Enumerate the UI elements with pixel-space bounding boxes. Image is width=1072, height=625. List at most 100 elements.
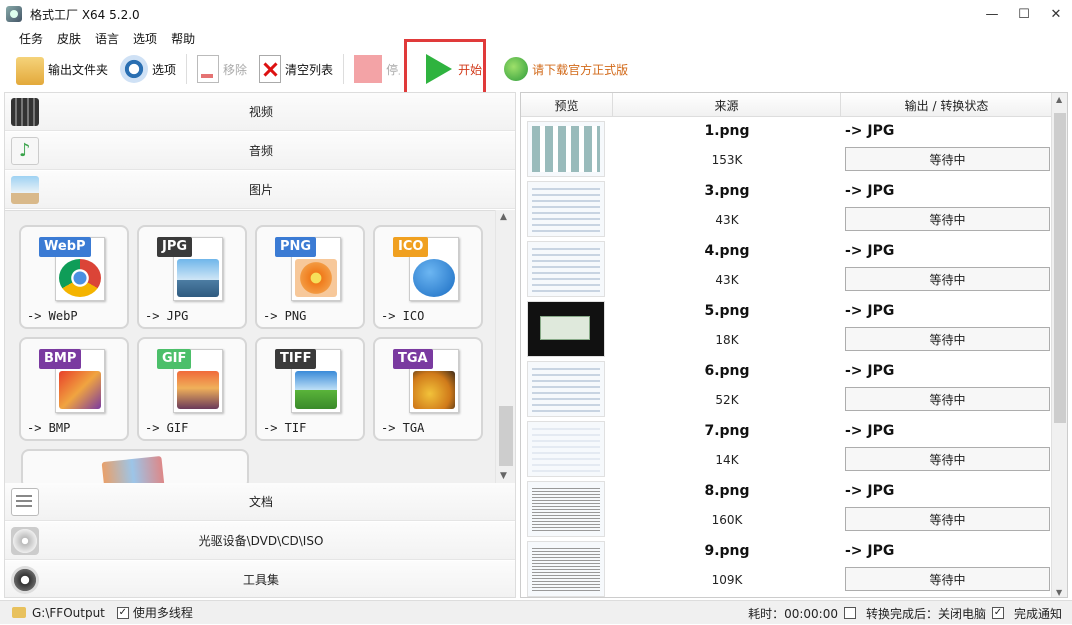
category-document[interactable]: 文档 <box>5 483 515 521</box>
start-label: 开始 <box>458 62 483 77</box>
status-button[interactable]: 等待中 <box>845 567 1050 591</box>
output-format: -> JPG <box>845 123 895 139</box>
options-button[interactable]: 选项 <box>114 51 182 87</box>
notify-label: 完成通知 <box>1013 606 1062 621</box>
format-label: -> BMP <box>27 421 71 435</box>
menu-bar: 任务 皮肤 语言 选项 帮助 <box>0 28 1072 48</box>
format-tile-tga[interactable]: TGA -> TGA <box>373 337 483 441</box>
category-video-label: 视频 <box>248 105 273 119</box>
task-row[interactable]: 1.png 153K -> JPG 等待中 <box>521 117 1053 177</box>
status-button[interactable]: 等待中 <box>845 447 1050 471</box>
task-row[interactable]: 9.png 109K -> JPG 等待中 <box>521 537 1053 597</box>
output-format: -> JPG <box>845 423 895 439</box>
status-bar: G:\FFOutput ✓ 使用多线程 耗时：00:00:00 转换完成后：关闭… <box>0 600 1072 624</box>
options-label: 选项 <box>152 62 177 77</box>
task-row[interactable]: 5.png 18K -> JPG 等待中 <box>521 297 1053 357</box>
preview-thumbnail <box>527 241 605 297</box>
menu-help[interactable]: 帮助 <box>164 30 202 47</box>
task-list-scrollbar[interactable]: ▲ ▼ <box>1051 93 1067 597</box>
menu-language[interactable]: 语言 <box>88 30 126 47</box>
format-tile-ico[interactable]: ICO -> ICO <box>373 225 483 329</box>
format-tile-more[interactable] <box>21 449 249 483</box>
remove-button[interactable]: 移除 <box>191 51 253 87</box>
scroll-thumb[interactable] <box>1054 113 1066 423</box>
play-icon <box>426 54 453 84</box>
task-row[interactable]: 3.png 43K -> JPG 等待中 <box>521 177 1053 237</box>
clear-list-button[interactable]: 清空列表 <box>253 51 339 87</box>
scroll-down-icon[interactable]: ▼ <box>500 471 507 481</box>
minimize-button[interactable]: — <box>976 0 1008 28</box>
status-button[interactable]: 等待中 <box>845 507 1050 531</box>
png-badge: PNG <box>275 237 317 257</box>
format-scrollbar[interactable]: ▲ ▼ <box>495 210 515 483</box>
output-format: -> JPG <box>845 483 895 499</box>
format-tile-png[interactable]: PNG -> PNG <box>255 225 365 329</box>
source-filename: 3.png <box>704 183 750 199</box>
task-row[interactable]: 4.png 43K -> JPG 等待中 <box>521 237 1053 297</box>
preview-thumbnail <box>527 181 605 237</box>
category-disc[interactable]: 光驱设备\DVD\CD\ISO <box>5 522 515 560</box>
scroll-thumb[interactable] <box>499 406 513 466</box>
status-bar-right: 耗时：00:00:00 转换完成后：关闭电脑 ✓ 完成通知 <box>742 601 1062 625</box>
after-convert-label[interactable]: 转换完成后：关闭电脑 <box>866 605 986 622</box>
thumbnail-content <box>532 428 600 472</box>
toolbar: 输出文件夹 选项 移除 清空列表 停止 开始 请下载官方正式版 <box>0 48 1072 90</box>
output-format: -> JPG <box>845 543 895 559</box>
scroll-up-icon[interactable]: ▲ <box>1056 95 1062 104</box>
thumbnail-content <box>532 548 600 592</box>
format-tile-bmp[interactable]: BMP -> BMP <box>19 337 129 441</box>
source-filename: 4.png <box>704 243 750 259</box>
stop-button[interactable]: 停止 <box>348 51 406 87</box>
info-icon <box>413 259 455 297</box>
format-tile-gif[interactable]: GIF -> GIF <box>137 337 247 441</box>
header-output-status[interactable]: 输出 / 转换状态 <box>841 93 1053 117</box>
task-row[interactable]: 7.png 14K -> JPG 等待中 <box>521 417 1053 477</box>
notify-checkbox[interactable]: ✓ <box>991 607 1004 619</box>
ico-badge: ICO <box>393 237 429 257</box>
status-button[interactable]: 等待中 <box>845 207 1050 231</box>
menu-options[interactable]: 选项 <box>126 30 164 47</box>
status-button[interactable]: 等待中 <box>845 387 1050 411</box>
maximize-button[interactable]: ☐ <box>1008 0 1040 28</box>
output-folder-button[interactable]: 输出文件夹 <box>10 51 114 87</box>
globe-icon <box>504 57 529 81</box>
download-official-button[interactable]: 请下载官方正式版 <box>498 51 634 87</box>
folder-icon <box>12 607 26 618</box>
multithread-checkbox[interactable]: ✓ <box>116 606 129 619</box>
category-disc-label: 光驱设备\DVD\CD\ISO <box>198 534 324 548</box>
category-image[interactable]: 图片 <box>5 171 515 209</box>
toolbar-divider <box>186 54 188 84</box>
category-audio[interactable]: 音频 <box>5 132 515 170</box>
format-tile-jpg[interactable]: JPG -> JPG <box>137 225 247 329</box>
window-controls: — ☐ ✕ <box>976 0 1072 28</box>
output-path[interactable]: G:\FFOutput <box>32 606 105 620</box>
format-label: -> TIF <box>263 421 307 435</box>
output-format: -> JPG <box>845 243 895 259</box>
header-preview[interactable]: 预览 <box>521 93 613 117</box>
status-button[interactable]: 等待中 <box>845 327 1050 351</box>
scroll-up-icon[interactable]: ▲ <box>500 212 507 222</box>
preview-thumbnail <box>527 541 605 597</box>
scroll-down-icon[interactable]: ▼ <box>1056 588 1062 597</box>
task-row[interactable]: 8.png 160K -> JPG 等待中 <box>521 477 1053 537</box>
thumbnail-content <box>532 248 600 292</box>
header-source[interactable]: 来源 <box>613 93 841 117</box>
start-button[interactable]: 开始 <box>420 51 488 87</box>
mountain-photo-icon <box>177 259 219 297</box>
menu-task[interactable]: 任务 <box>12 30 50 47</box>
format-tile-tif[interactable]: TIFF -> TIF <box>255 337 365 441</box>
format-tile-webp[interactable]: WebP -> WebP <box>19 225 129 329</box>
source-filename: 8.png <box>704 483 750 499</box>
task-row[interactable]: 6.png 52K -> JPG 等待中 <box>521 357 1053 417</box>
shutdown-checkbox[interactable] <box>843 607 856 619</box>
close-button[interactable]: ✕ <box>1040 0 1072 28</box>
status-button[interactable]: 等待中 <box>845 147 1050 171</box>
source-filesize: 18K <box>715 333 739 347</box>
sunset-photo-icon <box>177 371 219 409</box>
window-title: 格式工厂 X64 5.2.0 <box>30 7 140 22</box>
menu-skin[interactable]: 皮肤 <box>50 30 88 47</box>
category-tools[interactable]: 工具集 <box>5 561 515 597</box>
category-video[interactable]: 视频 <box>5 93 515 131</box>
format-label: -> TGA <box>381 421 425 435</box>
status-button[interactable]: 等待中 <box>845 267 1050 291</box>
